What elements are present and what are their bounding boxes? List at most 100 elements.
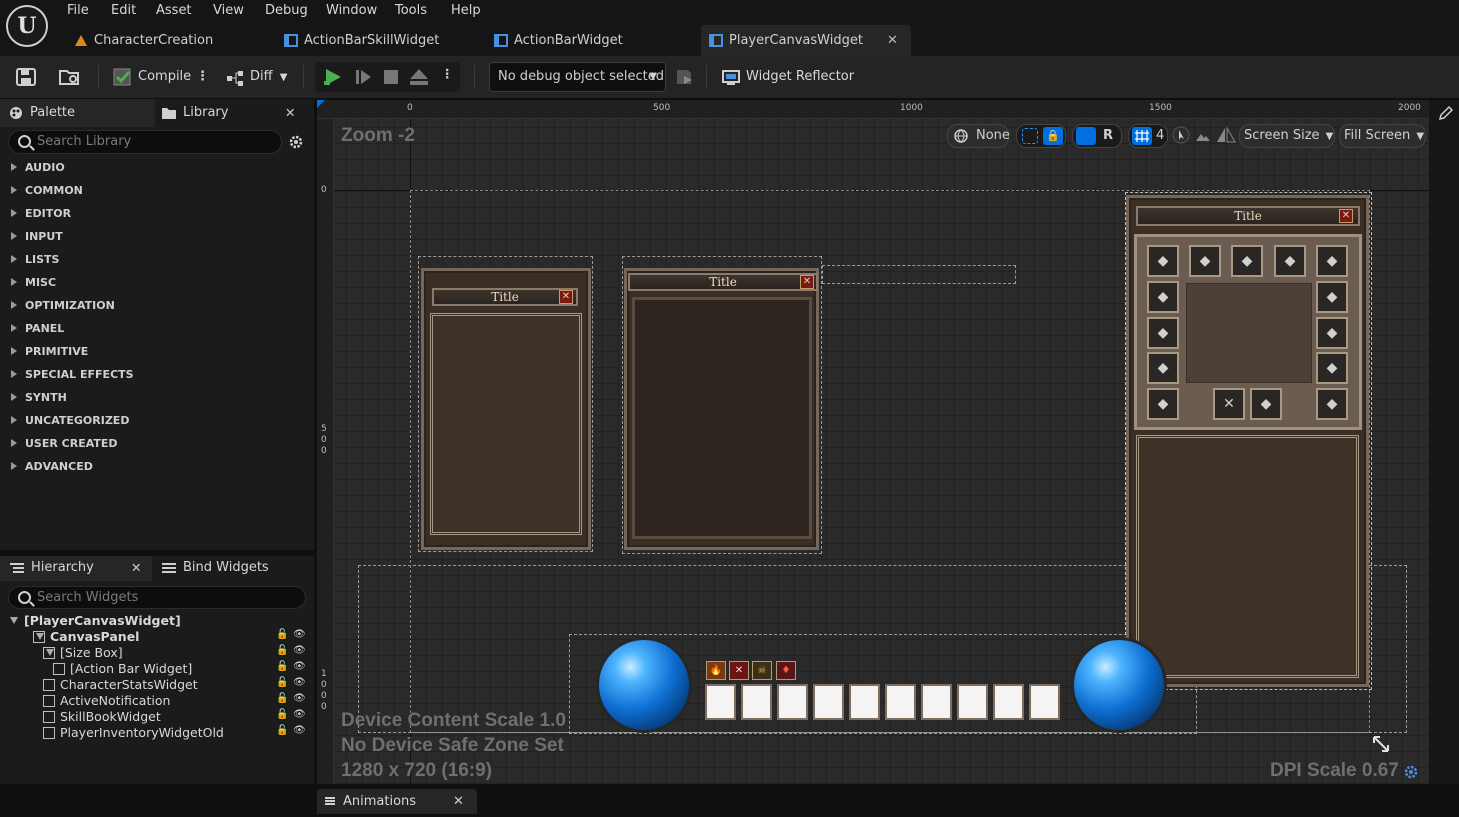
tab-palette[interactable]: Palette <box>0 99 155 127</box>
fill-screen-dropdown[interactable]: Fill Screen ▼ <box>1339 124 1426 148</box>
menu-edit[interactable]: Edit <box>111 3 136 18</box>
respect-locks-toggle[interactable]: 🔒 <box>1016 124 1066 148</box>
visibility-toggle-icon[interactable]: 👁 <box>293 709 306 720</box>
menu-debug[interactable]: Debug <box>265 3 308 18</box>
play-icon[interactable] <box>323 68 343 86</box>
hierarchy-item[interactable]: [Action Bar Widget] <box>70 661 192 677</box>
dpi-settings-gear-icon[interactable] <box>1403 764 1419 780</box>
gear-icon[interactable] <box>288 134 304 150</box>
lock-toggle-icon[interactable]: 🔓 <box>276 661 288 672</box>
widget-reflector-button[interactable]: Widget Reflector <box>722 64 854 90</box>
palette-category-common[interactable]: COMMON <box>8 179 308 202</box>
tab-player-canvas-widget[interactable]: PlayerCanvasWidget ✕ <box>701 25 911 56</box>
background-image-icon[interactable] <box>1194 126 1212 144</box>
step-icon[interactable] <box>355 68 373 86</box>
palette-category-uncategorized[interactable]: UNCATEGORIZED <box>8 409 308 432</box>
palette-category-editor[interactable]: EDITOR <box>8 202 308 225</box>
heart-skill-icon[interactable]: ♦ <box>776 661 796 680</box>
menu-tools[interactable]: Tools <box>395 3 427 18</box>
action-bar-slot[interactable] <box>849 684 880 720</box>
hierarchy-item[interactable]: [PlayerCanvasWidget] <box>24 613 181 629</box>
tab-bind-widgets[interactable]: Bind Widgets <box>152 556 282 581</box>
menu-help[interactable]: Help <box>451 3 481 18</box>
palette-category-primitive[interactable]: PRIMITIVE <box>8 340 308 363</box>
action-bar-slot[interactable] <box>993 684 1024 720</box>
action-bar-slot[interactable] <box>885 684 916 720</box>
debug-filter-icon[interactable] <box>676 68 694 86</box>
palette-category-optimization[interactable]: OPTIMIZATION <box>8 294 308 317</box>
menu-view[interactable]: View <box>213 3 244 18</box>
equipment-slot-legs-icon[interactable]: ◆ <box>1147 352 1179 384</box>
visibility-toggle-icon[interactable]: 👁 <box>293 677 306 688</box>
equipment-slot-trinket-icon[interactable]: ◆ <box>1316 388 1348 420</box>
hierarchy-item[interactable]: SkillBookWidget <box>60 709 161 725</box>
equipment-slot-gloves-icon[interactable]: ◆ <box>1316 245 1348 277</box>
equipment-slot-ring-icon[interactable]: ◆ <box>1316 281 1348 313</box>
action-bar-slot[interactable] <box>777 684 808 720</box>
palette-category-synth[interactable]: SYNTH <box>8 386 308 409</box>
snap-toggle[interactable]: R <box>1072 124 1122 148</box>
hierarchy-item[interactable]: PlayerInventoryWidgetOld <box>60 725 224 741</box>
hierarchy-item[interactable]: [Size Box] <box>60 645 123 661</box>
close-icon[interactable]: ✕ <box>453 789 464 814</box>
expand-arrow-icon[interactable] <box>10 617 18 624</box>
palette-category-lists[interactable]: LISTS <box>8 248 308 271</box>
compile-options-icon[interactable]: ⋮ <box>196 64 209 90</box>
tab-action-bar-skill-widget[interactable]: ActionBarSkillWidget <box>276 25 486 56</box>
lock-toggle-icon[interactable]: 🔓 <box>276 693 288 704</box>
close-icon[interactable]: ✕ <box>285 105 295 120</box>
visibility-toggle-icon[interactable]: 👁 <box>293 693 306 704</box>
palette-category-user-created[interactable]: USER CREATED <box>8 432 308 455</box>
visibility-toggle-icon[interactable]: 👁 <box>293 629 306 640</box>
menu-file[interactable]: File <box>67 3 89 18</box>
equipment-slot-chest-icon[interactable]: ◆ <box>1147 281 1179 313</box>
lock-toggle-icon[interactable]: 🔓 <box>276 629 288 640</box>
close-window-icon[interactable]: ✕ <box>559 290 573 304</box>
equipment-slot-boots-icon[interactable]: ◆ <box>1147 388 1179 420</box>
action-bar-slot[interactable] <box>1029 684 1060 720</box>
crossed-swords-icon[interactable]: ✕ <box>729 661 749 680</box>
lock-toggle-icon[interactable]: 🔓 <box>276 677 288 688</box>
action-bar-slot[interactable] <box>957 684 988 720</box>
equipment-slot-cloak-icon[interactable]: ◆ <box>1274 245 1306 277</box>
fire-skill-icon[interactable]: 🔥 <box>706 661 726 680</box>
library-search-input[interactable]: Search Library <box>8 130 282 154</box>
equipment-slot-bracers-icon[interactable]: ◆ <box>1316 352 1348 384</box>
action-bar-slot[interactable] <box>705 684 736 720</box>
notification-frame[interactable] <box>822 265 1016 284</box>
palette-category-advanced[interactable]: ADVANCED <box>8 455 308 478</box>
edit-pencil-icon[interactable] <box>1438 105 1454 121</box>
debug-object-dropdown[interactable]: No debug object selected ▼ <box>489 62 666 92</box>
close-icon[interactable]: ✕ <box>131 560 141 575</box>
hierarchy-item[interactable]: CanvasPanel <box>50 629 139 645</box>
menu-window[interactable]: Window <box>326 3 377 18</box>
select-cursor-icon[interactable] <box>1172 126 1190 144</box>
menu-asset[interactable]: Asset <box>156 3 192 18</box>
lock-toggle-icon[interactable]: 🔓 <box>276 709 288 720</box>
visibility-toggle-icon[interactable]: 👁 <box>293 725 306 736</box>
localization-preview-button[interactable]: None <box>947 124 1010 148</box>
equipment-slot-helmet-icon[interactable]: ◆ <box>1147 245 1179 277</box>
equipment-slot-weapon-icon[interactable]: ✕ <box>1213 388 1245 420</box>
visibility-toggle-icon[interactable]: 👁 <box>293 645 306 656</box>
action-bar-slot[interactable] <box>921 684 952 720</box>
lock-toggle-icon[interactable]: 🔓 <box>276 645 288 656</box>
skull-icon[interactable]: ☠ <box>752 661 772 680</box>
close-tab-icon[interactable]: ✕ <box>887 25 898 56</box>
unreal-logo-icon[interactable]: U <box>6 5 48 47</box>
play-options-icon[interactable]: ⋮ <box>441 66 454 81</box>
save-icon[interactable] <box>16 68 36 86</box>
hierarchy-item[interactable]: ActiveNotification <box>60 693 170 709</box>
action-bar-slot[interactable] <box>813 684 844 720</box>
close-window-icon[interactable]: ✕ <box>800 275 814 289</box>
browse-asset-icon[interactable] <box>59 68 81 86</box>
screen-size-dropdown[interactable]: Screen Size ▼ <box>1239 124 1335 148</box>
palette-category-panel[interactable]: PANEL <box>8 317 308 340</box>
tab-library[interactable]: Library ✕ <box>155 99 304 127</box>
tab-character-creation[interactable]: CharacterCreation <box>66 25 271 56</box>
equipment-slot-shoulders-icon[interactable]: ◆ <box>1231 245 1263 277</box>
tab-animations[interactable]: Animations ✕ <box>317 789 477 814</box>
palette-category-audio[interactable]: AUDIO <box>8 156 308 179</box>
action-bar-slot[interactable] <box>741 684 772 720</box>
palette-category-special-effects[interactable]: SPECIAL EFFECTS <box>8 363 308 386</box>
